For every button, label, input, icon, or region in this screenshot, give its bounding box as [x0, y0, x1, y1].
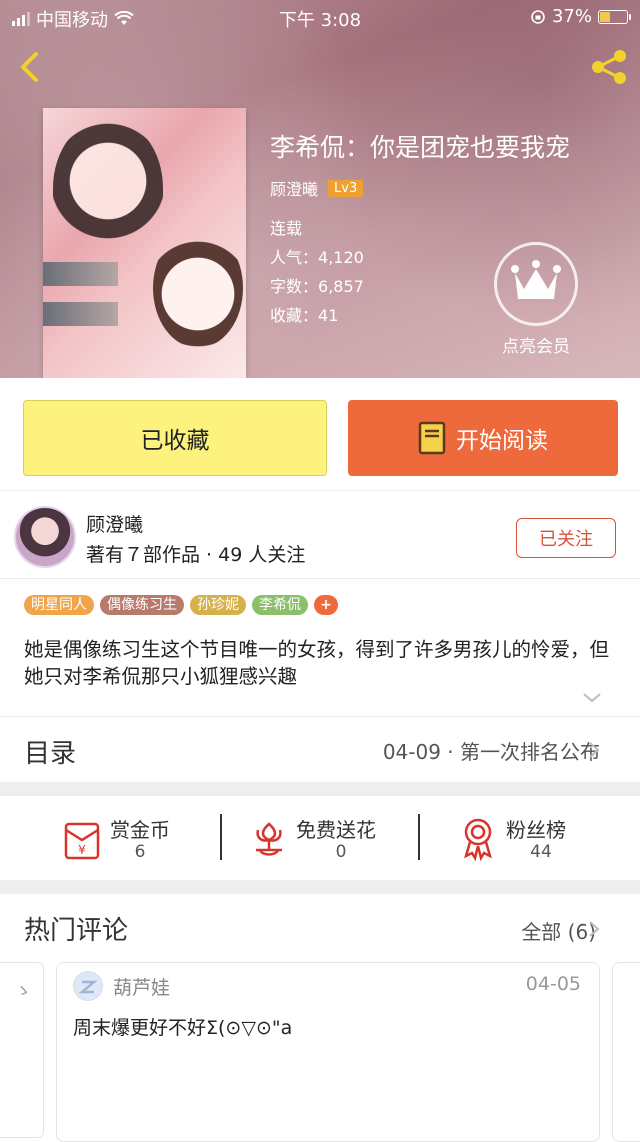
carrier-label: 中国移动 — [36, 10, 108, 31]
stat-value: 0 — [335, 842, 347, 862]
favorites-row: 收藏：41 — [270, 306, 339, 325]
book-status: 连载 — [270, 219, 303, 238]
add-tag-button[interactable]: + — [314, 595, 338, 615]
stat-value: 44 — [530, 842, 552, 862]
tag-item[interactable]: 孙珍妮 — [190, 595, 246, 615]
tag-item[interactable]: 偶像练习生 — [100, 595, 184, 615]
popularity-value: 4,120 — [318, 248, 364, 267]
svg-text:¥: ¥ — [78, 843, 86, 857]
all-comments-label: 全部 (6) — [521, 920, 596, 944]
commenter-avatar[interactable] — [73, 971, 103, 1001]
battery-icon — [598, 9, 631, 24]
signal-icon — [12, 12, 30, 26]
popularity-row: 人气：4,120 — [270, 248, 364, 267]
vip-button[interactable] — [494, 242, 578, 326]
stat-label: 免费送花 — [296, 818, 376, 842]
hot-comments-title: 热门评论 — [24, 916, 129, 946]
status-bar: 中国移动 下午 3:08 37% — [0, 0, 640, 34]
book-header: 中国移动 下午 3:08 37% 李希侃：你是团宠也要我宠 顾澄曦 Lv3 连载… — [0, 0, 640, 378]
book-info: 李希侃：你是团宠也要我宠 顾澄曦 Lv3 连载 人气：4,120 字数：6,85… — [270, 128, 630, 330]
stat-reward-coins[interactable]: ¥ 赏金币 6 — [60, 812, 200, 866]
tag-list: 明星同人 偶像练习生 孙珍妮 李希侃 + — [24, 595, 338, 615]
author-level-badge: Lv3 — [328, 179, 364, 197]
crown-icon — [511, 260, 561, 299]
book-icon — [418, 421, 446, 455]
divider — [0, 490, 640, 491]
vip-label[interactable]: 点亮会员 — [478, 332, 594, 357]
section-divider — [0, 880, 640, 894]
stat-value: 6 — [134, 842, 146, 862]
book-cover[interactable] — [43, 108, 246, 378]
expand-intro-icon[interactable] — [583, 693, 601, 703]
stat-free-flowers[interactable]: 免费送花 0 — [250, 812, 410, 866]
orientation-lock-icon — [531, 9, 545, 24]
comment-card[interactable]: 葫芦娃 04-05 周末爆更好不好Σ(⊙▽⊙"a — [56, 962, 600, 1142]
comment-date: 04-05 — [525, 973, 581, 995]
author-avatar[interactable] — [14, 506, 76, 568]
commenter-name[interactable]: 葫芦娃 — [113, 973, 170, 1000]
tag-item[interactable]: 李希侃 — [252, 595, 308, 615]
medal-icon — [464, 818, 492, 862]
divider — [0, 716, 640, 717]
chevron-right-icon — [589, 742, 600, 758]
toc-label: 目录 — [24, 739, 77, 769]
book-author[interactable]: 顾澄曦 — [270, 176, 318, 200]
user-icon — [74, 972, 102, 1000]
book-intro: 她是偶像练习生这个节目唯一的女孩，得到了许多男孩儿的怜爱，但她只对李希侃那只小狐… — [24, 638, 610, 688]
start-reading-button[interactable]: 开始阅读 — [348, 400, 618, 476]
author-name[interactable]: 顾澄曦 — [86, 510, 143, 537]
favorites-value: 41 — [318, 306, 339, 325]
comment-card-previous[interactable]: ゝ — [0, 962, 44, 1138]
divider — [0, 578, 640, 579]
share-button[interactable] — [588, 48, 630, 86]
collected-label: 已收藏 — [140, 428, 210, 454]
stat-label: 赏金币 — [110, 818, 170, 842]
stat-separator — [220, 814, 222, 860]
word-count-value: 6,857 — [318, 277, 364, 296]
battery-percent: 37% — [551, 6, 592, 27]
author-stats: 著有７部作品 · 49 人关注 — [86, 544, 306, 566]
book-title: 李希侃：你是团宠也要我宠 — [270, 133, 571, 162]
comment-card-next[interactable] — [612, 962, 640, 1142]
follow-button[interactable]: 已关注 — [516, 518, 616, 558]
chevron-right-icon — [589, 921, 600, 937]
back-button[interactable] — [14, 50, 48, 84]
tag-item[interactable]: 明星同人 — [24, 595, 94, 615]
red-envelope-icon: ¥ — [64, 822, 100, 860]
start-reading-label: 开始阅读 — [456, 428, 548, 454]
stat-separator — [418, 814, 420, 860]
stat-fan-ranking[interactable]: 粉丝榜 44 — [458, 812, 598, 866]
follow-label: 已关注 — [539, 529, 593, 550]
comment-text: 周末爆更好不好Σ(⊙▽⊙"a — [73, 1017, 293, 1039]
toc-latest-chapter: 04-09 · 第一次排名公布 — [382, 740, 600, 764]
section-divider — [0, 782, 640, 796]
flower-icon — [256, 822, 282, 856]
stat-label: 粉丝榜 — [506, 818, 566, 842]
wifi-icon — [114, 11, 134, 25]
collected-button[interactable]: 已收藏 — [23, 400, 327, 476]
